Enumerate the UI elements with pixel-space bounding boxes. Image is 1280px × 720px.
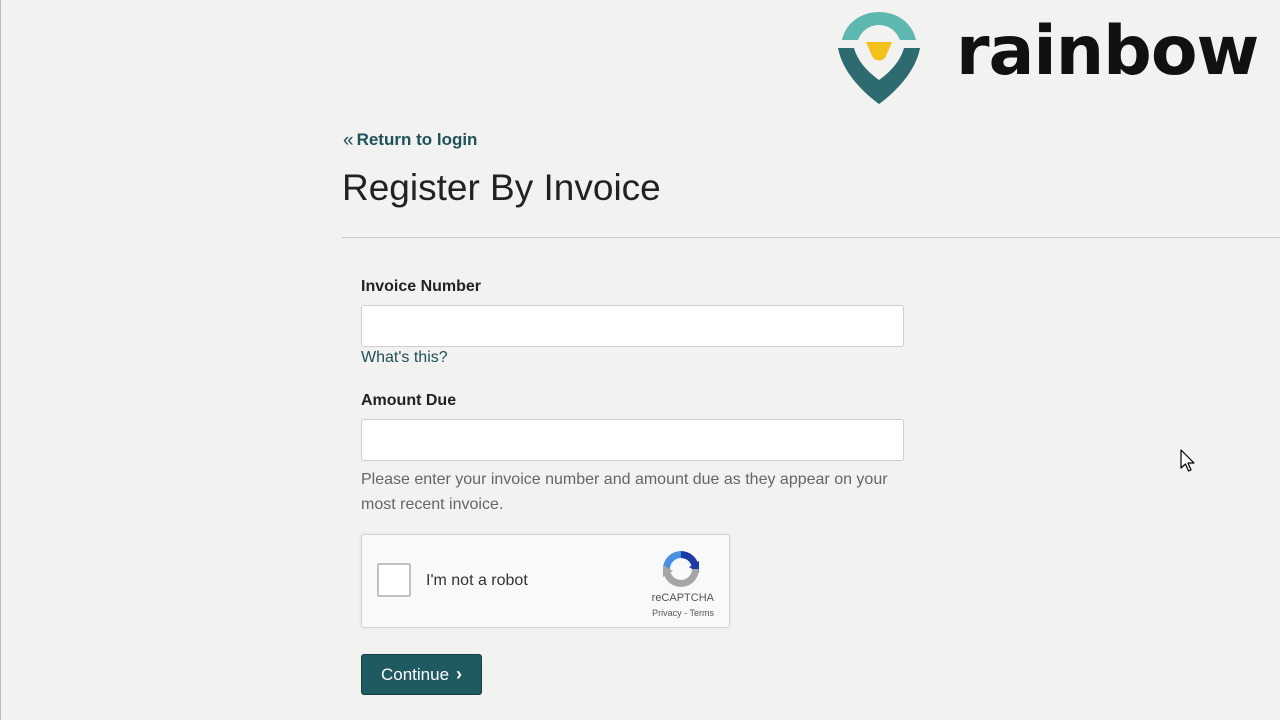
brand-logo: rainbow <box>836 8 1259 108</box>
amount-due-input[interactable] <box>361 419 904 461</box>
continue-label: Continue <box>380 664 450 684</box>
page-title: Register By Invoice <box>342 167 661 208</box>
rainbow-logo-icon <box>838 12 920 104</box>
window-edge <box>0 0 1 720</box>
recaptcha-widget: I'm not a robot reCAPTCHA Privacy - Term… <box>361 534 730 628</box>
double-chevron-left-icon: « <box>343 129 354 151</box>
recaptcha-terms-link[interactable]: Terms <box>690 608 715 618</box>
recaptcha-label: I'm not a robot <box>426 572 528 589</box>
help-text: Please enter your invoice number and amo… <box>361 471 888 513</box>
chevron-right-icon: › <box>456 664 463 684</box>
invoice-number-label: Invoice Number <box>361 278 482 295</box>
return-to-login-label: Return to login <box>356 130 478 149</box>
whats-this-link[interactable]: What's this? <box>361 349 448 367</box>
invoice-number-input[interactable] <box>361 305 904 347</box>
header-divider <box>342 237 1280 238</box>
return-to-login-link[interactable]: « Return to login <box>343 130 477 150</box>
recaptcha-logo-icon <box>663 551 699 587</box>
recaptcha-privacy-link[interactable]: Privacy <box>652 608 682 618</box>
recaptcha-checkbox[interactable] <box>377 563 411 597</box>
brand-name: rainbow <box>956 12 1259 91</box>
recaptcha-brand: reCAPTCHA <box>651 592 714 604</box>
mouse-pointer-icon <box>1180 449 1195 472</box>
recaptcha-links: Privacy - Terms <box>652 608 714 618</box>
amount-due-label: Amount Due <box>361 392 457 409</box>
continue-button[interactable]: Continue › <box>361 654 482 695</box>
recaptcha-separator: - <box>681 608 690 618</box>
